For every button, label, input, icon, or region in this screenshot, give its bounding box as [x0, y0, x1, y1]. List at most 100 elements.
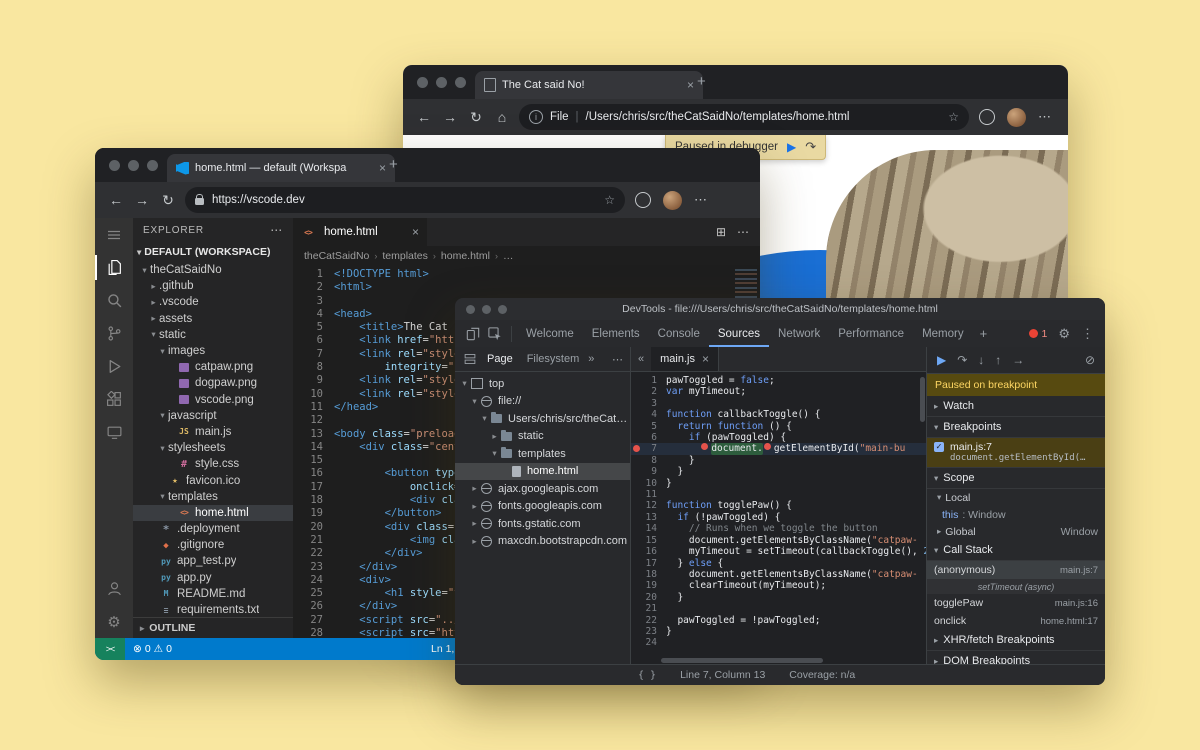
tree-item-home.html[interactable]: home.html	[133, 505, 293, 521]
pretty-print-icon[interactable]: { }	[638, 670, 656, 681]
inline-breakpoint-icon[interactable]	[701, 443, 708, 450]
source-code-editor[interactable]: 1pawToggled = false;2var myTimeout;34fun…	[631, 372, 926, 665]
tree-item-.vscode[interactable]: ▸.vscode	[133, 294, 293, 310]
chevron-down-icon[interactable]: ▾	[148, 329, 159, 340]
watch-section-header[interactable]: ▸ Watch	[927, 396, 1105, 417]
line-number[interactable]: 6	[631, 432, 666, 443]
workspace-section-header[interactable]: ▾ DEFAULT (WORKSPACE)	[133, 242, 293, 262]
line-number[interactable]: 17	[631, 558, 666, 569]
browser-tab[interactable]: home.html — default (Workspa ×	[167, 154, 395, 182]
line-number[interactable]: 27	[293, 614, 334, 627]
tab-console[interactable]: Console	[649, 320, 709, 347]
line-number[interactable]: 12	[293, 414, 334, 427]
chevron-down-icon[interactable]: ▾	[157, 346, 168, 357]
forward-icon[interactable]: →	[129, 192, 155, 208]
deactivate-breakpoints-icon[interactable]: ⊘	[1085, 353, 1095, 367]
line-number[interactable]: 19	[293, 507, 334, 520]
new-tab-button[interactable]: +	[697, 73, 706, 90]
tree-item-.github[interactable]: ▸.github	[133, 278, 293, 294]
chevron-right-icon[interactable]: ▸	[148, 297, 159, 308]
tree-item-templates[interactable]: ▾templates	[455, 445, 630, 463]
tree-item-theCatSaidNo[interactable]: ▾theCatSaidNo	[133, 262, 293, 278]
close-tab-icon[interactable]: ×	[379, 161, 386, 175]
chevron-down-icon[interactable]: ▾	[139, 265, 150, 276]
resume-icon[interactable]: ▶	[937, 353, 946, 367]
home-icon[interactable]: ⌂	[489, 109, 515, 125]
bookmark-star-icon[interactable]: ☆	[604, 193, 615, 207]
line-number[interactable]: 15	[631, 535, 666, 546]
split-editor-icon[interactable]: ⊞	[716, 225, 726, 239]
tree-item-catpaw.png[interactable]: catpaw.png	[133, 359, 293, 375]
line-number[interactable]: 3	[293, 295, 334, 308]
line-number[interactable]: 14	[631, 523, 666, 534]
line-number[interactable]: 20	[293, 521, 334, 534]
line-number[interactable]: 24	[631, 637, 666, 648]
line-number[interactable]: 18	[293, 494, 334, 507]
run-debug-icon[interactable]	[95, 350, 133, 383]
forward-icon[interactable]: →	[437, 109, 463, 125]
line-number[interactable]: 20	[631, 592, 666, 603]
search-icon[interactable]	[95, 284, 133, 317]
tab-welcome[interactable]: Welcome	[517, 320, 583, 347]
step-out-icon[interactable]: ↑	[995, 353, 1001, 367]
tree-item-favicon.ico[interactable]: favicon.ico	[133, 472, 293, 488]
browser-menu-icon[interactable]: ⋯	[1038, 109, 1051, 125]
line-number[interactable]: 7	[293, 348, 334, 361]
xhr-breakpoints-section-header[interactable]: ▸ XHR/fetch Breakpoints	[927, 630, 1105, 651]
tree-item-app_test.py[interactable]: app_test.py	[133, 553, 293, 569]
tree-item-.deployment[interactable]: .deployment	[133, 521, 293, 537]
frame-location[interactable]: main.js:16	[1055, 598, 1098, 609]
device-toolbar-icon[interactable]	[462, 327, 484, 341]
close-source-tab-icon[interactable]: ×	[702, 352, 709, 366]
step-over-icon[interactable]: ↷	[805, 139, 816, 155]
step-over-icon[interactable]: ↷	[957, 353, 967, 367]
line-number[interactable]: 15	[293, 454, 334, 467]
vertical-scrollbar[interactable]	[920, 377, 925, 422]
line-number[interactable]: 17	[293, 481, 334, 494]
close-editor-tab-icon[interactable]: ×	[412, 225, 419, 239]
callstack-section-header[interactable]: ▾ Call Stack	[927, 540, 1105, 561]
browser-menu-icon[interactable]: ⋯	[694, 192, 707, 208]
horizontal-scrollbar[interactable]	[661, 658, 823, 663]
line-number[interactable]: 5	[631, 421, 666, 432]
inline-breakpoint-icon[interactable]	[764, 443, 771, 450]
line-number[interactable]: 14	[293, 441, 334, 454]
inspect-element-icon[interactable]	[484, 327, 506, 341]
profile-avatar[interactable]	[663, 191, 682, 210]
navigator-tab-filesystem[interactable]: Filesystem	[522, 353, 585, 365]
breadcrumb-item[interactable]: home.html	[441, 250, 490, 262]
close-window-icon[interactable]	[109, 160, 120, 171]
address-url[interactable]: /Users/chris/src/theCatSaidNo/templates/…	[586, 111, 850, 123]
zoom-window-icon[interactable]	[455, 77, 466, 88]
editor-more-icon[interactable]: ⋯	[737, 225, 749, 239]
line-number[interactable]: 8	[293, 361, 334, 374]
cursor-position[interactable]: Ln 1,	[431, 643, 454, 655]
line-number[interactable]: 22	[631, 615, 666, 626]
breadcrumb-item[interactable]: templates	[382, 250, 428, 262]
line-number[interactable]: 21	[293, 534, 334, 547]
outline-section-header[interactable]: ▸ OUTLINE	[133, 617, 293, 638]
chevron-right-icon[interactable]: ▸	[469, 483, 480, 494]
step-icon[interactable]: →	[1012, 353, 1024, 367]
kebab-menu-icon[interactable]: ⋮	[1081, 326, 1094, 342]
editor-tab-home-html[interactable]: home.html ×	[293, 218, 427, 246]
source-control-icon[interactable]	[95, 317, 133, 350]
frame-location[interactable]: home.html:17	[1040, 616, 1098, 627]
callstack-frame[interactable]: (anonymous) main.js:7	[927, 561, 1105, 579]
chevron-right-icon[interactable]: ▸	[469, 536, 480, 547]
breadcrumb-item[interactable]: theCatSaidNo	[304, 250, 369, 262]
line-number[interactable]: 22	[293, 547, 334, 560]
close-window-icon[interactable]	[417, 77, 428, 88]
extensions-icon[interactable]	[635, 192, 651, 208]
browser-tab[interactable]: The Cat said No! ×	[475, 71, 703, 99]
tree-item-vscode.png[interactable]: vscode.png	[133, 392, 293, 408]
address-bar[interactable]: File | /Users/chris/src/theCatSaidNo/tem…	[519, 104, 969, 130]
navigator-tab-page[interactable]: Page	[482, 353, 518, 365]
tree-item-templates[interactable]: ▾templates	[133, 489, 293, 505]
tree-item-.gitignore[interactable]: .gitignore	[133, 537, 293, 553]
line-number[interactable]: 18	[631, 569, 666, 580]
chevron-right-icon[interactable]: ▸	[148, 313, 159, 324]
chevron-right-icon[interactable]: ▸	[469, 501, 480, 512]
address-url[interactable]: https://vscode.dev	[212, 194, 305, 206]
bookmark-star-icon[interactable]: ☆	[948, 110, 959, 124]
